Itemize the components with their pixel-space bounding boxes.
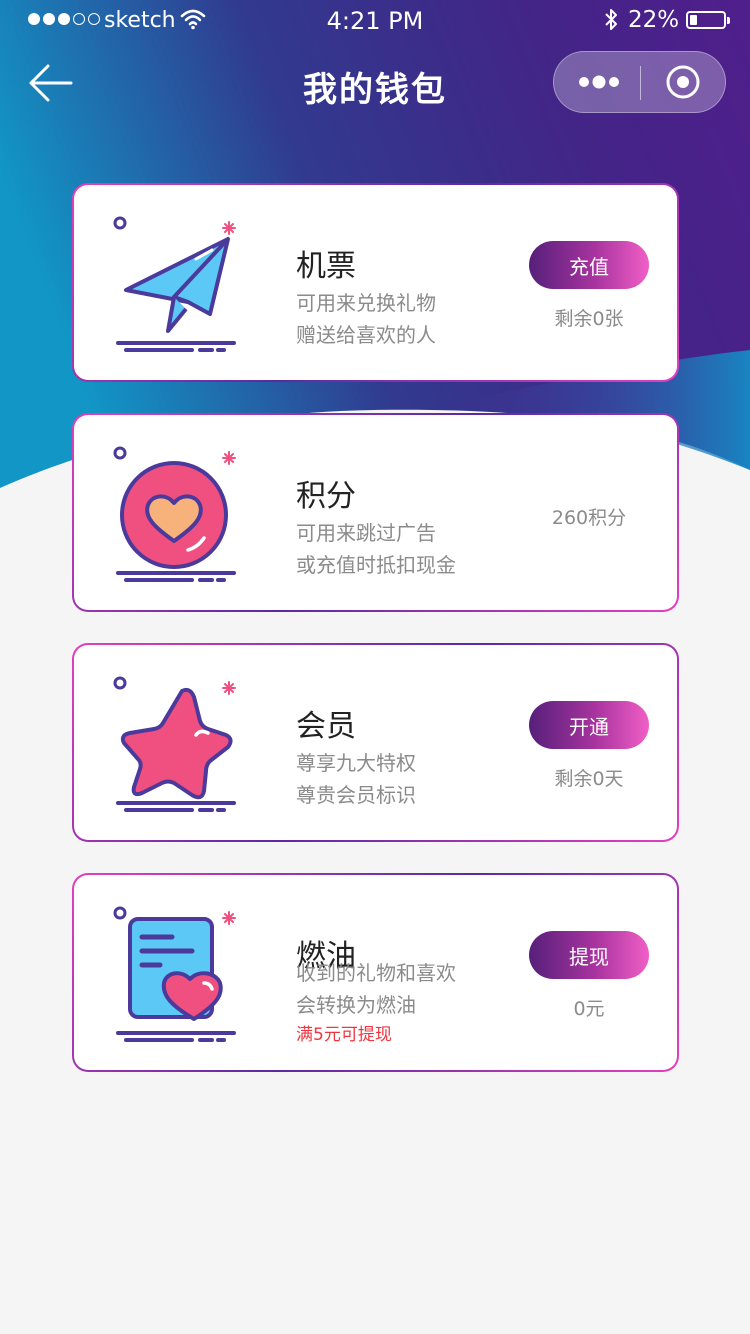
navigation-bar: 我的钱包 <box>0 44 750 124</box>
wallet-card-fuel: 燃油 收到的礼物和喜欢 会转换为燃油 满5元可提现 提现 0元 <box>72 873 679 1072</box>
card-description: 尊贵会员标识 <box>296 783 416 807</box>
mini-program-capsule <box>553 51 726 113</box>
card-description: 赠送给喜欢的人 <box>296 323 436 347</box>
heart-coin-icon <box>113 446 236 582</box>
wallet-card-ticket: 机票 可用来兑换礼物 赠送给喜欢的人 充值 剩余0张 <box>72 183 679 382</box>
document-heart-icon <box>113 906 236 1042</box>
fuel-balance: 0元 <box>573 998 605 1020</box>
card-description: 会转换为燃油 <box>296 993 416 1017</box>
close-miniprogram-button[interactable] <box>641 52 725 112</box>
paper-plane-icon <box>113 216 236 352</box>
card-title: 会员 <box>296 709 356 744</box>
bluetooth-icon <box>605 9 617 30</box>
wallet-card-membership: 会员 尊享九大特权 尊贵会员标识 开通 剩余0天 <box>72 643 679 842</box>
battery-percent: 22% <box>628 7 680 33</box>
card-description: 或充值时抵扣现金 <box>296 553 456 577</box>
recharge-button[interactable]: 充值 <box>529 241 649 289</box>
remaining-days: 剩余0天 <box>554 768 624 790</box>
card-title: 机票 <box>296 249 356 284</box>
wallet-card-points: 积分 可用来跳过广告 或充值时抵扣现金 260积分 <box>72 413 679 612</box>
card-description: 尊享九大特权 <box>296 751 416 775</box>
card-description: 收到的礼物和喜欢 <box>296 961 456 985</box>
activate-button[interactable]: 开通 <box>529 701 649 749</box>
card-description: 可用来兑换礼物 <box>296 291 436 315</box>
remaining-count: 剩余0张 <box>554 308 624 330</box>
withdraw-note: 满5元可提现 <box>296 1025 392 1045</box>
more-button[interactable] <box>554 52 640 112</box>
more-dots-icon <box>579 75 619 89</box>
star-icon <box>113 676 236 812</box>
battery-level <box>690 15 697 25</box>
points-balance: 260积分 <box>551 507 627 529</box>
battery-icon <box>686 11 730 29</box>
target-circle-icon <box>666 65 700 99</box>
withdraw-button[interactable]: 提现 <box>529 931 649 979</box>
card-title: 积分 <box>296 479 356 514</box>
status-bar: sketch 4:21 PM 22% <box>0 0 750 44</box>
card-description: 可用来跳过广告 <box>296 521 436 545</box>
